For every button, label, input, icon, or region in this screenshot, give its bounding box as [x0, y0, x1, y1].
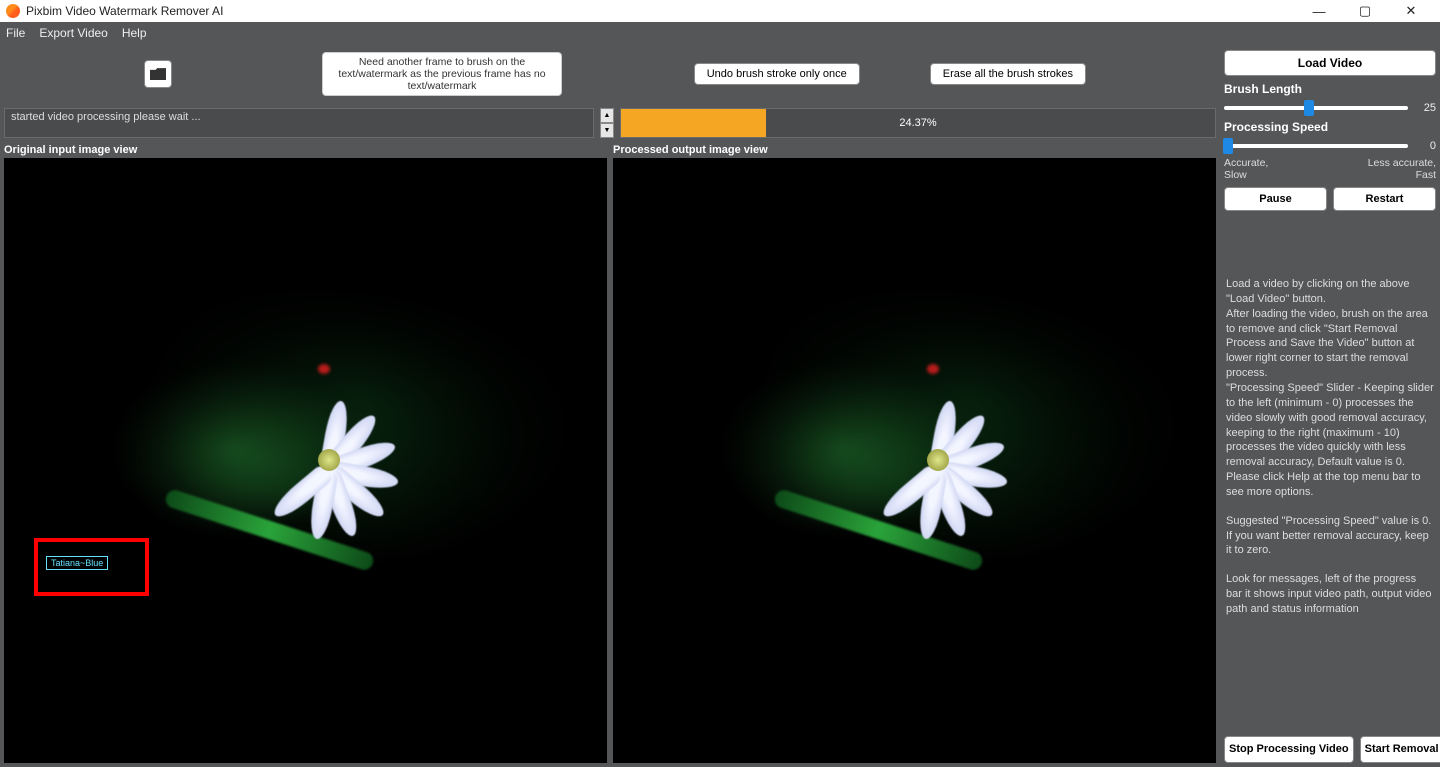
processing-speed-label: Processing Speed — [1224, 120, 1436, 134]
processed-view-pane[interactable] — [613, 158, 1216, 763]
status-log: started video processing please wait ... — [4, 108, 594, 138]
watermark-text: Tatiana~Blue — [46, 556, 108, 570]
status-row: started video processing please wait ...… — [4, 108, 1216, 138]
processed-view-label: Processed output image view — [613, 142, 1216, 158]
original-view-pane[interactable]: Tatiana~Blue — [4, 158, 607, 763]
start-removal-button[interactable]: Start Removal Process and Save the Video — [1360, 736, 1440, 763]
open-folder-button[interactable] — [144, 60, 172, 88]
app-logo-icon — [6, 4, 20, 18]
stop-processing-button[interactable]: Stop Processing Video — [1224, 736, 1354, 763]
brush-length-slider-row: 25 — [1224, 102, 1436, 114]
brush-length-label: Brush Length — [1224, 82, 1436, 96]
progress-bar: 24.37% — [620, 108, 1216, 138]
status-log-line: started video processing please wait ... — [11, 111, 587, 123]
original-view-column: Original input image view — [4, 142, 607, 763]
help-text-2: Suggested "Processing Speed" value is 0.… — [1224, 510, 1436, 563]
pause-button[interactable]: Pause — [1224, 187, 1327, 211]
original-image — [4, 158, 607, 763]
sidebar: Load Video Brush Length 25 Processing Sp… — [1220, 44, 1440, 767]
pause-restart-row: Pause Restart — [1224, 187, 1436, 211]
main-area: Need another frame to brush on the text/… — [0, 44, 1220, 767]
progress-text: 24.37% — [621, 117, 1215, 129]
menu-help[interactable]: Help — [122, 26, 147, 40]
processing-speed-value: 0 — [1414, 140, 1436, 152]
processing-speed-legend: Accurate, Slow Less accurate, Fast — [1224, 158, 1436, 181]
brush-length-thumb[interactable] — [1304, 100, 1314, 116]
titlebar: Pixbim Video Watermark Remover AI — ▢ ✕ — [0, 0, 1440, 22]
speed-legend-left: Accurate, Slow — [1224, 158, 1268, 181]
minimize-button[interactable]: — — [1296, 0, 1342, 22]
help-text-3: Look for messages, left of the progress … — [1224, 568, 1436, 621]
processing-speed-slider[interactable] — [1224, 144, 1408, 148]
toolbar-row: Need another frame to brush on the text/… — [4, 48, 1216, 102]
log-scroll-down[interactable]: ▼ — [600, 123, 614, 138]
load-video-button[interactable]: Load Video — [1224, 50, 1436, 76]
log-scroll-spinner: ▲ ▼ — [600, 108, 614, 138]
frame-hint-box: Need another frame to brush on the text/… — [322, 52, 562, 96]
speed-legend-right: Less accurate, Fast — [1368, 158, 1436, 181]
window-controls: — ▢ ✕ — [1296, 0, 1434, 22]
processed-view-column: Processed output image view — [613, 142, 1216, 763]
processed-image — [613, 158, 1216, 763]
menu-export-video[interactable]: Export Video — [39, 26, 108, 40]
original-view-label: Original input image view — [4, 142, 607, 158]
undo-brush-button[interactable]: Undo brush stroke only once — [694, 63, 860, 85]
menubar: File Export Video Help — [0, 22, 1440, 44]
watermark-highlight-box: Tatiana~Blue — [34, 538, 149, 596]
brush-length-value: 25 — [1414, 102, 1436, 114]
help-text-1: Load a video by clicking on the above "L… — [1224, 273, 1436, 504]
folder-icon — [150, 68, 166, 80]
close-button[interactable]: ✕ — [1388, 0, 1434, 22]
maximize-button[interactable]: ▢ — [1342, 0, 1388, 22]
erase-brush-button[interactable]: Erase all the brush strokes — [930, 63, 1086, 85]
restart-button[interactable]: Restart — [1333, 187, 1436, 211]
bottom-buttons: Stop Processing Video Start Removal Proc… — [1224, 736, 1436, 763]
views-row: Original input image view — [4, 142, 1216, 763]
brush-length-slider[interactable] — [1224, 106, 1408, 110]
window-title: Pixbim Video Watermark Remover AI — [26, 4, 1296, 18]
menu-file[interactable]: File — [6, 26, 25, 40]
processing-speed-slider-row: 0 — [1224, 140, 1436, 152]
processing-speed-thumb[interactable] — [1223, 138, 1233, 154]
log-scroll-up[interactable]: ▲ — [600, 108, 614, 123]
